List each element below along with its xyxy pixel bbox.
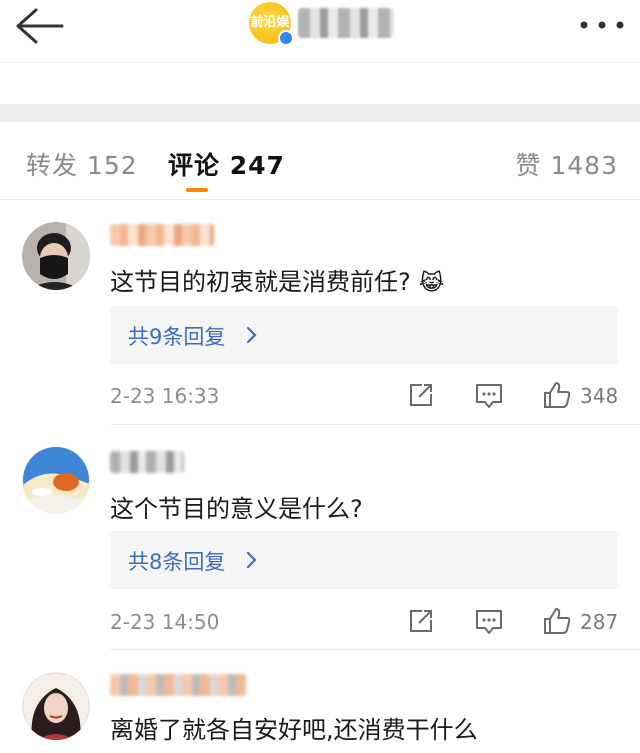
reply-comment-icon[interactable] [475, 383, 503, 409]
comment-text: 这个节目的意义是什么? [110, 495, 363, 523]
divider [0, 62, 640, 63]
like-count: 348 [580, 384, 619, 408]
tab-bar: 转发 152 评论 247 赞 1483 [0, 122, 640, 200]
avatar[interactable] [22, 222, 90, 290]
account-logo-text: 前沿娱 [250, 15, 290, 30]
reply-comment-icon[interactable] [475, 609, 503, 635]
share-icon[interactable] [408, 382, 434, 408]
verified-icon [278, 30, 294, 46]
more-options-icon[interactable] [576, 12, 632, 38]
like-icon[interactable] [542, 380, 572, 410]
emoji-cat-icon: 😹 [418, 271, 445, 296]
avatar[interactable] [22, 672, 90, 740]
chevron-right-icon [246, 551, 257, 569]
back-arrow-icon[interactable] [14, 6, 64, 46]
username-blurred[interactable] [110, 451, 184, 473]
username-blurred[interactable] [110, 674, 246, 696]
tab-repost[interactable]: 转发 152 [26, 146, 138, 182]
share-icon[interactable] [408, 608, 434, 634]
chevron-right-icon [246, 326, 257, 344]
comment-text: 这节目的初衷就是消费前任? 😹 [110, 268, 445, 296]
view-replies-button[interactable]: 共9条回复 [110, 306, 618, 364]
replies-count: 共8条回复 [128, 550, 226, 574]
timestamp: 2-23 16:33 [110, 384, 220, 408]
timestamp: 2-23 14:50 [110, 610, 220, 634]
section-separator [0, 104, 640, 122]
like-icon[interactable] [542, 606, 572, 636]
view-replies-button[interactable]: 共8条回复 [110, 531, 618, 589]
comment-text: 离婚了就各自安好吧,还消费干什么 [110, 716, 478, 744]
tab-likes[interactable]: 赞 1483 [515, 146, 618, 182]
tab-comments[interactable]: 评论 247 [168, 146, 285, 182]
top-bar: 前沿娱 [0, 0, 640, 62]
active-tab-indicator [186, 188, 208, 192]
divider [110, 649, 640, 650]
divider [110, 424, 640, 425]
like-count: 287 [580, 610, 619, 634]
username-blurred[interactable] [110, 224, 214, 246]
account-name-blurred [298, 8, 394, 38]
avatar[interactable] [22, 446, 90, 514]
replies-count: 共9条回复 [128, 325, 226, 349]
divider [0, 199, 640, 200]
